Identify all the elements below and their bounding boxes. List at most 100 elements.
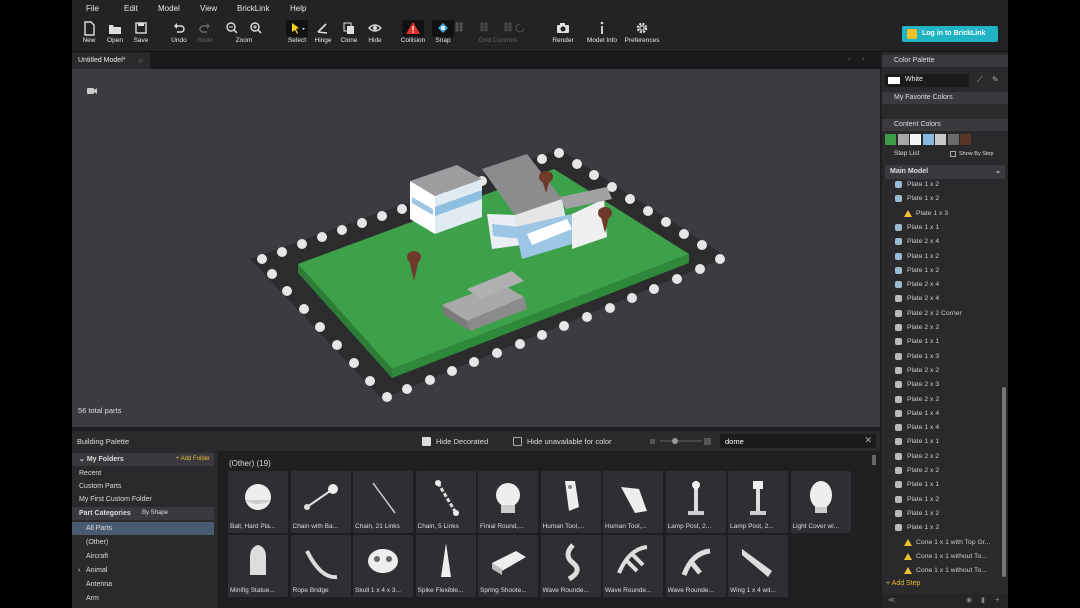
step-item[interactable]: Plate 2 x 2 [892, 321, 996, 334]
my-folders-header[interactable]: ⌄ My Folders + Add Folder [72, 453, 214, 466]
tab-close-icon[interactable]: ○ [138, 53, 143, 69]
part-search-box[interactable]: dome ✕ [720, 434, 876, 448]
menu-help[interactable]: Help [290, 4, 306, 13]
hide-unavailable-checkbox[interactable] [513, 437, 522, 446]
part-tile[interactable]: Spike Flexible... [415, 535, 476, 597]
part-tile[interactable]: Lamp Post, 2... [665, 471, 726, 533]
step-item[interactable]: Plate 1 x 2 [892, 521, 996, 534]
step-back-icon[interactable]: ≪ [888, 596, 895, 604]
grid-toggle[interactable] [452, 20, 466, 50]
add-step-button[interactable]: + Add Step [886, 580, 920, 587]
step-item[interactable]: Plate 2 x 2 [892, 364, 996, 377]
part-categories-header[interactable]: Part Categories By Shape [72, 507, 214, 520]
step-item[interactable]: Plate 2 x 4 [892, 235, 996, 248]
custom-parts-item[interactable]: Custom Parts [72, 480, 214, 493]
3d-viewport[interactable]: 56 total parts [72, 69, 880, 427]
show-by-step-checkbox[interactable] [950, 151, 956, 157]
content-colors-header[interactable]: Content Colors [882, 119, 1008, 131]
step-item[interactable]: Plate 2 x 4 [892, 278, 996, 291]
step-item[interactable]: Plate 1 x 2 [892, 507, 996, 520]
add-folder-button[interactable]: + Add Folder [176, 453, 210, 466]
step-item[interactable]: Plate 2 x 4 [892, 292, 996, 305]
step-item[interactable]: Plate 1 x 1 [892, 221, 996, 234]
color-picker-icon[interactable]: ⟋ [977, 75, 983, 85]
save-button[interactable]: Save [126, 20, 156, 50]
content-color-swatch[interactable] [922, 134, 934, 145]
step-item[interactable]: Plate 1 x 1 [892, 435, 996, 448]
content-color-swatch[interactable] [947, 134, 959, 145]
step-item[interactable]: Plate 1 x 1 [892, 478, 996, 491]
render-button[interactable]: Render [548, 20, 578, 50]
clear-search-icon[interactable]: ✕ [864, 435, 872, 446]
step-item[interactable]: Plate 2 x 3 [892, 378, 996, 391]
selected-color-field[interactable]: White [885, 74, 969, 87]
zoom-controls[interactable]: Zoom [216, 20, 272, 50]
step-item[interactable]: Cone 1 x 1 without To... [892, 550, 996, 563]
trash-icon[interactable]: ▮ [981, 596, 985, 604]
part-tile[interactable]: Spring Shoote... [478, 535, 538, 597]
part-tile[interactable]: Wave Rounde... [540, 535, 601, 597]
part-tile[interactable]: Lamp Post, 2... [728, 471, 788, 533]
part-grid-scrollbar[interactable] [872, 455, 876, 465]
step-item[interactable]: Plate 1 x 4 [892, 407, 996, 420]
menu-edit[interactable]: Edit [124, 4, 138, 13]
step-item[interactable]: Plate 1 x 2 [892, 192, 996, 205]
part-tile[interactable]: Wave Rounde... [665, 535, 726, 597]
content-color-swatch[interactable] [885, 134, 896, 145]
add-icon[interactable]: + [995, 595, 1000, 604]
step-item[interactable]: Plate 2 x 2 [892, 393, 996, 406]
part-tile[interactable]: Chain, 21 Links [353, 471, 413, 533]
step-item[interactable]: Plate 1 x 1 [892, 335, 996, 348]
recent-item[interactable]: Recent [72, 467, 214, 480]
category-aircraft[interactable]: Aircraft [72, 550, 214, 563]
step-item[interactable]: Plate 2 x 2 [892, 450, 996, 463]
eyedropper-icon[interactable]: ✎ [992, 75, 999, 84]
content-color-swatch[interactable] [960, 134, 971, 145]
part-tile[interactable]: Chain, 5 Links [415, 471, 476, 533]
part-tile[interactable]: Minifig Statue... [228, 535, 288, 597]
by-shape-toggle[interactable]: By Shape [142, 507, 168, 520]
step-item[interactable]: Plate 2 x 2 Corner [892, 307, 996, 320]
part-tile[interactable]: Rope Bridge [290, 535, 351, 597]
part-tile[interactable]: Finial Round,... [478, 471, 538, 533]
tab-scroll-left-icon[interactable]: ‹ [848, 56, 850, 63]
content-color-swatch[interactable] [910, 134, 921, 145]
part-tile[interactable]: Human Tool,... [540, 471, 601, 533]
step-item[interactable]: Plate 1 x 3 [892, 350, 996, 363]
category-all-parts[interactable]: All Parts [72, 522, 214, 535]
part-tile[interactable]: Human Tool,... [603, 471, 663, 533]
part-tile[interactable]: Skull 1 x 4 x 3... [353, 535, 413, 597]
thumbnail-size-slider[interactable] [648, 436, 712, 446]
content-color-swatch[interactable] [897, 134, 909, 145]
part-tile[interactable]: Light Cover wi... [790, 471, 851, 533]
step-item[interactable]: Plate 1 x 4 [892, 421, 996, 434]
grid-controls[interactable]: Grid Controls [470, 20, 526, 50]
part-tile[interactable]: Wing 1 x 4 wit... [728, 535, 788, 597]
category-antenna[interactable]: Antenna [72, 578, 214, 591]
part-tile[interactable]: Wave Rounde... [603, 535, 663, 597]
eye-icon[interactable]: ◉ [966, 596, 972, 604]
part-tile[interactable]: Chain with Ba... [290, 471, 351, 533]
category-other[interactable]: (Other) [72, 536, 214, 549]
step-item[interactable]: Plate 1 x 3 [892, 207, 996, 220]
favorite-colors-header[interactable]: My Favorite Colors [882, 92, 1008, 104]
step-item[interactable]: Plate 2 x 2 [892, 464, 996, 477]
step-item[interactable]: Plate 1 x 2 [892, 250, 996, 263]
step-list-scrollbar[interactable] [1002, 387, 1006, 577]
preferences-button[interactable]: Preferences [620, 20, 664, 50]
color-palette-header[interactable]: Color Palette [882, 55, 1008, 67]
category-arm[interactable]: Arm [72, 592, 214, 605]
model-info-button[interactable]: Model Info [584, 20, 620, 50]
part-search-input[interactable]: dome [725, 437, 744, 446]
menu-file[interactable]: File [86, 4, 99, 13]
viewport-horizontal-scrollbar[interactable] [72, 417, 872, 423]
menu-model[interactable]: Model [158, 4, 180, 13]
step-item[interactable]: Cone 1 x 1 with Top Gr... [892, 536, 996, 549]
lego-model-scene[interactable] [72, 69, 880, 409]
step-item[interactable]: Plate 1 x 2 [892, 264, 996, 277]
login-bricklink-button[interactable]: Log in to BrickLink [902, 26, 998, 42]
hide-decorated-checkbox[interactable] [422, 437, 431, 446]
tab-scroll-right-icon[interactable]: › [862, 56, 864, 63]
menu-view[interactable]: View [200, 4, 217, 13]
model-selector[interactable]: Main Model ⌄ [885, 165, 1005, 179]
